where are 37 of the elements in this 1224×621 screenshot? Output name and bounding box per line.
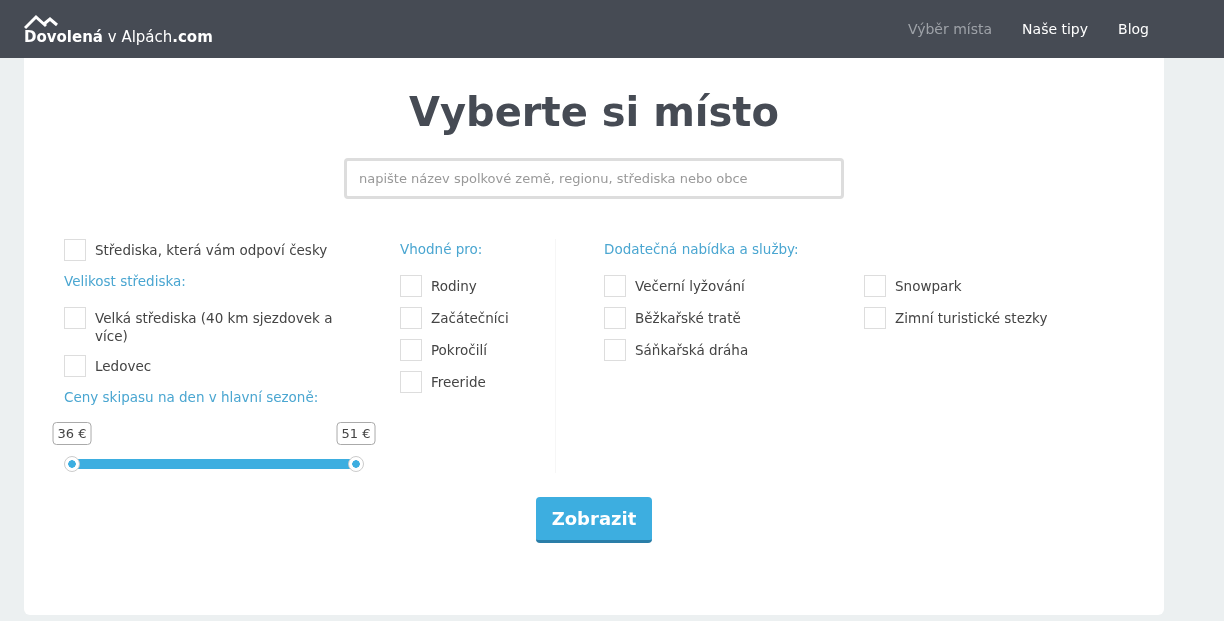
checkbox-label: Snowpark [895, 277, 962, 296]
logo-text[interactable]: Dovolená v Alpách.com [24, 29, 213, 45]
checkbox-label: Ledovec [95, 357, 152, 376]
section-heading: Vhodné pro: [399, 240, 484, 259]
checkbox[interactable] [399, 371, 422, 394]
search-field[interactable]: napište název spolkové země, regionu, střediska nebo obce [344, 158, 844, 199]
checkbox-label: Večerní lyžování [635, 277, 745, 296]
checkbox-label: Začátečníci [430, 309, 509, 328]
checkbox[interactable] [64, 307, 86, 330]
nav-link[interactable]: Naše tipy [1007, 18, 1104, 40]
checkbox[interactable] [399, 275, 422, 298]
page-title: Vyberte si místo [408, 88, 780, 136]
checkbox[interactable] [604, 275, 626, 298]
checkbox[interactable] [64, 239, 86, 261]
checkbox[interactable] [604, 307, 626, 330]
checkbox[interactable] [864, 275, 886, 298]
checkbox-label: Velká střediska (40 km sjezdovek a více) [95, 309, 334, 346]
slider-handle[interactable] [347, 455, 364, 472]
checkbox[interactable] [64, 355, 86, 378]
checkbox-label: Střediska, která vám odpoví česky [95, 241, 328, 259]
checkbox[interactable] [399, 339, 422, 362]
nav-link[interactable]: Blog [1103, 18, 1164, 40]
checkbox-label: Zimní turistické stezky [895, 309, 1048, 328]
slider-handle[interactable] [64, 455, 80, 472]
checkbox-label: Běžkařské tratě [635, 309, 741, 328]
checkbox[interactable] [604, 339, 626, 362]
checkbox-label: Rodiny [430, 277, 477, 296]
value-tooltip: 36 € [52, 421, 92, 445]
checkbox[interactable] [399, 307, 422, 330]
checkbox-label: Pokročilí [430, 341, 487, 360]
section-heading: Ceny skipasu na den v hlavní sezoně: [64, 388, 320, 408]
checkbox-label: Freeride [430, 373, 486, 392]
section-heading: Dodatečná nabídka a služby: [604, 240, 800, 259]
section-heading: Velikost střediska: [64, 272, 187, 291]
checkbox[interactable] [864, 307, 886, 330]
value-tooltip: 51 € [336, 421, 376, 445]
checkbox-label: Sáňkařská dráha [635, 341, 749, 360]
